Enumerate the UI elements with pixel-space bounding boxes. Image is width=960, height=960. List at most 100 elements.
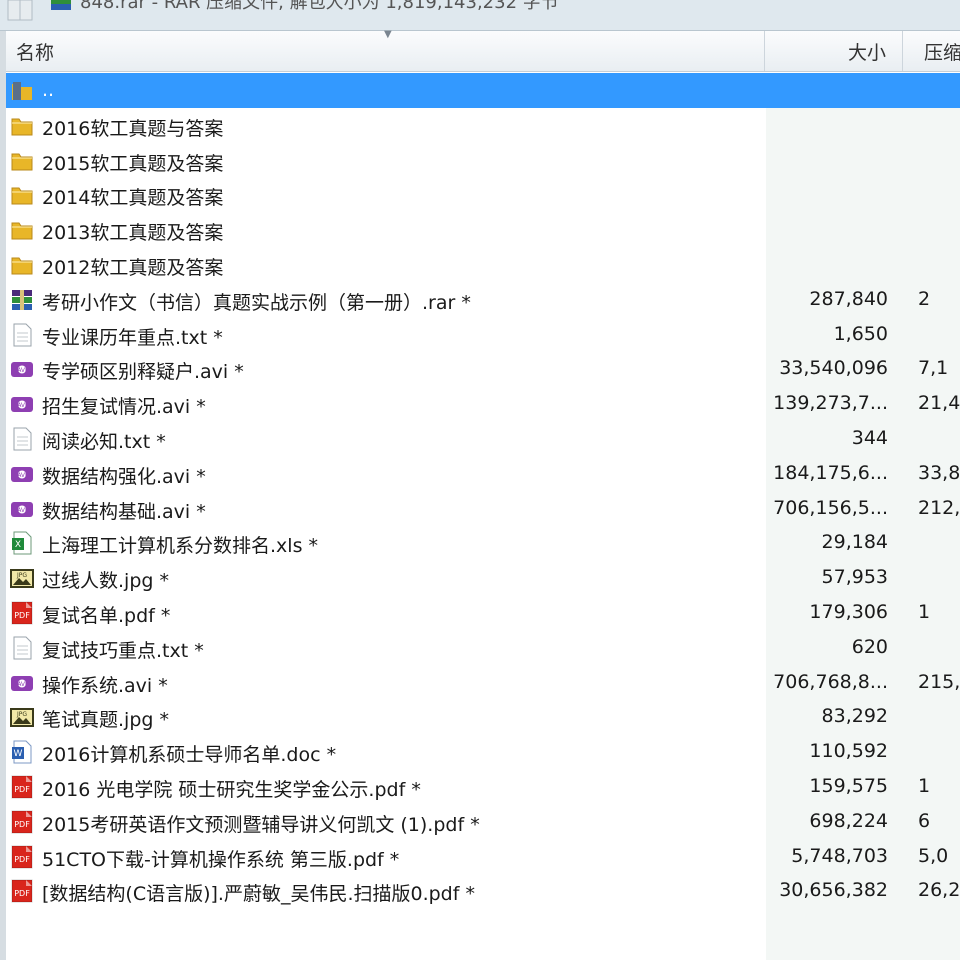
packed-size: 26,2 [918,879,960,902]
packed-size: 21,4 [918,392,960,415]
file-row[interactable]: AVI 操作系统.avi * 706,768,8... 215,( [6,665,960,700]
file-row[interactable]: PDF 2015考研英语作文预测暨辅导讲义何凯文 (1).pdf * 698,224… [6,804,960,839]
file-name: 考研小作文（书信）真题实战示例（第一册）.rar * [42,291,471,314]
packed-size: 1 [918,601,931,623]
file-size: 698,224 [809,809,888,832]
file-row[interactable]: W 2016计算机系硕士导师名单.doc * 110,592 [6,734,960,769]
file-size: 5,748,703 [791,844,888,867]
file-name: 专业课历年重点.txt * [42,326,223,349]
column-name[interactable]: 名称 [16,38,54,65]
file-size: 30,656,382 [779,879,888,902]
video-file-icon: AVI [10,671,34,695]
packed-size: 7,1 [918,357,949,380]
image-file-icon: JPG [10,705,34,729]
file-row[interactable]: 复试技巧重点.txt * 620 [6,630,960,665]
file-name: 2013软工真题及答案 [42,222,224,245]
folder-icon [10,114,34,138]
folder-row[interactable]: 2016软工真题与答案 [6,108,960,143]
file-name: 上海理工计算机系分数排名.xls * [42,535,319,558]
window-title: 848.rar - RAR 压缩文件, 解包大小为 1,819,143,232 … [80,0,559,13]
file-name: .. [42,79,55,101]
file-row[interactable]: AVI 招生复试情况.avi * 139,273,7... 21,4 [6,386,960,421]
folder-icon [10,149,34,173]
folder-up-icon [10,79,34,103]
rar-archive-icon [10,288,34,312]
folder-icon [10,183,34,207]
file-row[interactable]: AVI 数据结构基础.avi * 706,156,5... 212,( [6,491,960,526]
svg-text:JPG: JPG [16,572,27,579]
file-row[interactable]: AVI 数据结构强化.avi * 184,175,6... 33,8 [6,456,960,491]
svg-text:PDF: PDF [14,611,30,620]
file-row[interactable]: PDF 复试名单.pdf * 179,306 1 [6,595,960,630]
pdf-file-icon: PDF [10,879,34,903]
file-size: 179,306 [809,601,888,623]
file-name: 2016软工真题与答案 [42,117,224,140]
file-size: 110,592 [809,740,888,763]
svg-text:AVI: AVI [17,472,27,479]
file-name: 阅读必知.txt * [42,431,166,453]
file-row[interactable]: 阅读必知.txt * 344 [6,421,960,456]
svg-text:AVI: AVI [17,507,27,514]
file-row[interactable]: PDF [数据结构(C语言版)].严蔚敏_吴伟民.扫描版0.pdf * 30,656… [6,873,960,908]
svg-text:AVI: AVI [17,681,27,688]
pdf-file-icon: PDF [10,601,34,625]
word-file-icon: W [10,740,34,764]
svg-text:PDF: PDF [14,785,30,794]
column-size[interactable]: 大小 [848,38,886,65]
file-name: 2015软工真题及答案 [42,152,224,175]
image-file-icon: JPG [10,566,34,590]
file-name: 2016 光电学院 硕士研究生奖学金公示.pdf * [42,779,421,801]
file-row[interactable]: X 上海理工计算机系分数排名.xls * 29,184 [6,525,960,560]
column-divider[interactable] [902,31,903,71]
file-name: 数据结构基础.avi * [42,500,206,523]
file-name: 复试名单.pdf * [42,605,171,627]
column-packed[interactable]: 压缩 [924,38,960,65]
file-name: 笔试真题.jpg * [42,709,169,732]
file-name: 复试技巧重点.txt * [42,639,204,662]
file-name: 过线人数.jpg * [42,570,169,593]
file-row[interactable]: PDF 51CTO下载-计算机操作系统 第三版.pdf * 5,748,703 5,0 [6,839,960,874]
file-row[interactable]: AVI 专学硕区别释疑户.avi * 33,540,096 7,1 [6,351,960,386]
svg-text:AVI: AVI [17,402,27,409]
folder-icon [10,253,34,277]
file-size: 83,292 [821,705,888,728]
file-size: 706,156,5... [773,496,888,519]
file-row[interactable]: PDF 2016 光电学院 硕士研究生奖学金公示.pdf * 159,575 1 [6,769,960,804]
file-size: 706,768,8... [773,670,888,693]
video-file-icon: AVI [10,462,34,486]
pdf-file-icon: PDF [10,845,34,869]
file-name: 2016计算机系硕士导师名单.doc * [42,744,337,767]
packed-size: 2 [918,287,931,310]
svg-text:JPG: JPG [16,711,27,718]
file-size: 57,953 [821,566,888,589]
file-name: 2015考研英语作文预测暨辅导讲义何凯文 (1).pdf * [42,813,480,836]
file-row[interactable]: 专业课历年重点.txt * 1,650 [6,317,960,352]
title-bar: 848.rar - RAR 压缩文件, 解包大小为 1,819,143,232 … [0,0,960,31]
file-name: 数据结构强化.avi * [42,465,206,488]
file-name: 专学硕区别释疑户.avi * [42,361,244,384]
folder-row[interactable]: .. [6,73,960,108]
video-file-icon: AVI [10,497,34,521]
grip-icon [7,0,33,21]
file-row[interactable]: JPG 过线人数.jpg * 57,953 [6,560,960,595]
file-name: 2014软工真题及答案 [42,187,224,210]
file-row[interactable]: JPG 笔试真题.jpg * 83,292 [6,699,960,734]
packed-size: 212,( [918,496,960,519]
folder-row[interactable]: 2012软工真题及答案 [6,247,960,282]
file-size: 287,840 [809,287,888,310]
text-file-icon [10,636,34,660]
folder-icon [10,218,34,242]
packed-size: 33,8 [918,461,960,484]
folder-row[interactable]: 2015软工真题及答案 [6,143,960,178]
file-name: [数据结构(C语言版)].严蔚敏_吴伟民.扫描版0.pdf * [42,883,475,906]
folder-row[interactable]: 2014软工真题及答案 [6,177,960,212]
file-row[interactable]: 考研小作文（书信）真题实战示例（第一册）.rar * 287,840 2 [6,282,960,317]
column-divider[interactable] [764,31,765,71]
file-list[interactable]: .. 2016软工真题与答案 2015软工真题及答案 2014软工真题及答案 2013软… [6,72,960,960]
file-size: 159,575 [809,775,888,797]
file-name: 操作系统.avi * [42,674,168,697]
sort-indicator-icon: ▼ [384,29,392,40]
svg-text:X: X [15,540,21,550]
folder-row[interactable]: 2013软工真题及答案 [6,212,960,247]
video-file-icon: AVI [10,392,34,416]
